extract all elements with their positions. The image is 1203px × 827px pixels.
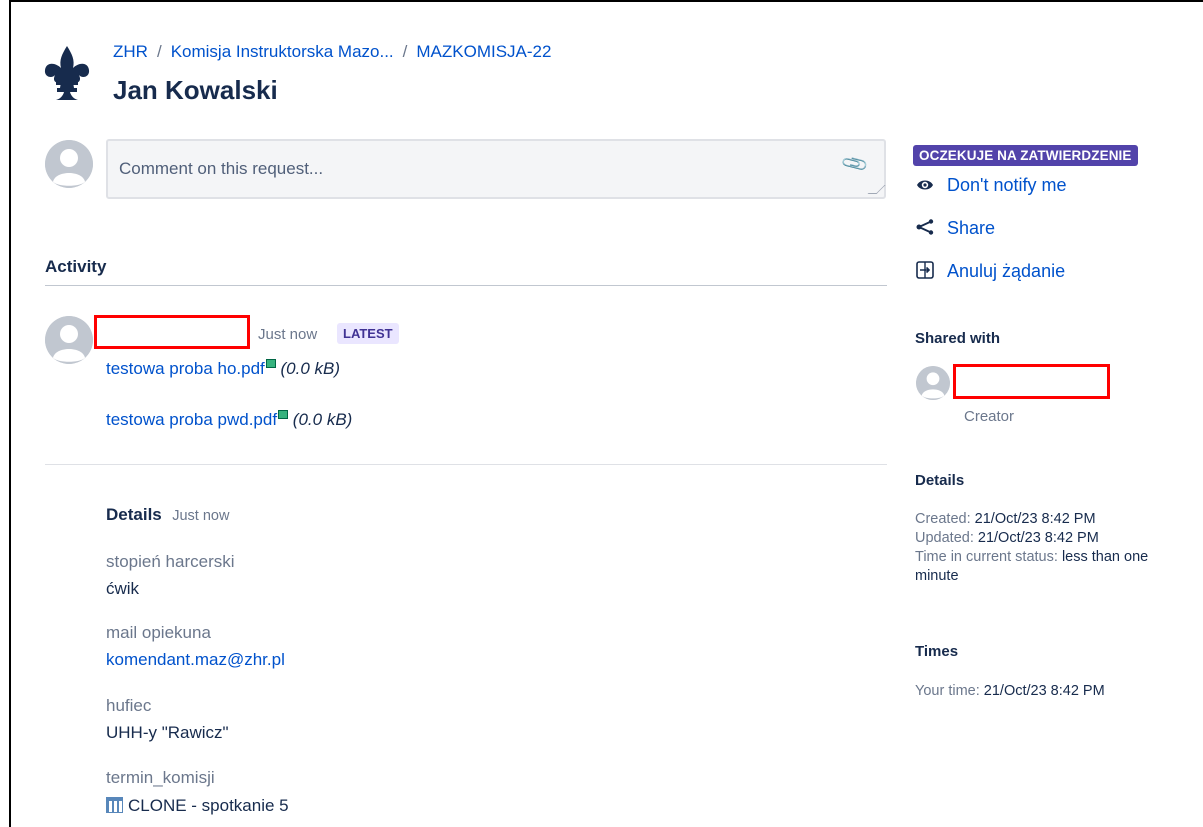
resize-handle[interactable] [867, 185, 886, 194]
creator-role: Creator [964, 408, 1015, 425]
activity-entry-divider [45, 464, 887, 465]
share-icon [915, 218, 935, 239]
cancel-request-label: Anuluj żądanie [947, 261, 1066, 281]
comment-input[interactable]: Comment on this request... 📎 [106, 139, 886, 199]
status-time-label: Time in current status: [915, 549, 1058, 565]
your-time-value: 21/Oct/23 8:42 PM [983, 683, 1105, 699]
field-value: ćwik [106, 579, 140, 598]
details-entry-time: Just now [172, 508, 230, 524]
paperclip-icon[interactable]: 📎 [840, 149, 870, 179]
activity-heading: Activity [45, 257, 107, 276]
calendar-icon [106, 797, 123, 813]
your-time-row: Your time: 21/Oct/23 8:42 PM [915, 682, 1105, 701]
cancel-request-action[interactable]: Anuluj żądanie [915, 261, 1065, 282]
attachment-item: testowa proba ho.pdf (0.0 kB) [106, 359, 340, 379]
updated-value: 21/Oct/23 8:42 PM [977, 530, 1099, 546]
attachment-flag-icon [265, 359, 276, 368]
field-label: mail opiekuna [106, 623, 211, 642]
dont-notify-label: Don't notify me [947, 175, 1067, 195]
attachment-size: (0.0 kB) [280, 359, 341, 378]
redacted-shared-user [953, 364, 1110, 399]
fleur-de-lis-logo [42, 44, 92, 104]
sidebar-details-heading: Details [915, 472, 965, 489]
created-row: Created: 21/Oct/23 8:42 PM [915, 510, 1195, 529]
latest-badge: LATEST [337, 323, 399, 344]
page-title: Jan Kowalski [113, 75, 278, 105]
breadcrumb-item-issue-key[interactable]: MAZKOMISJA-22 [416, 42, 551, 61]
times-heading: Times [915, 643, 959, 660]
activity-timestamp: Just now [258, 326, 318, 343]
updated-label: Updated: [915, 530, 974, 546]
sidebar-details-block: Created: 21/Oct/23 8:42 PM Updated: 21/O… [915, 510, 1195, 586]
status-lozenge[interactable]: OCZEKUJE NA ZATWIERDZENIE [913, 145, 1138, 166]
breadcrumb-item-zhr[interactable]: ZHR [113, 42, 148, 61]
created-value: 21/Oct/23 8:42 PM [974, 511, 1096, 527]
activity-divider [45, 285, 887, 286]
attachment-link[interactable]: testowa proba ho.pdf [106, 359, 265, 378]
your-time-label: Your time: [915, 683, 980, 699]
field-value: CLONE - spotkanie 5 [128, 796, 289, 815]
attachment-flag-icon [278, 410, 289, 419]
field-value: UHH-y "Rawicz" [106, 723, 229, 742]
updated-row: Updated: 21/Oct/23 8:42 PM [915, 529, 1195, 548]
comment-placeholder: Comment on this request... [119, 159, 324, 178]
dont-notify-action[interactable]: Don't notify me [915, 175, 1067, 196]
field-label: hufiec [106, 696, 152, 715]
activity-user-avatar [45, 316, 93, 364]
attachment-size: (0.0 kB) [292, 410, 353, 429]
field-value-container: CLONE - spotkanie 5 [106, 796, 289, 816]
breadcrumb-separator: / [156, 42, 162, 61]
shared-with-heading: Shared with [915, 330, 1001, 347]
redacted-user-name [94, 315, 250, 349]
cancel-request-icon [915, 261, 935, 282]
details-entry-header: Details Just now [106, 505, 229, 525]
attachment-item: testowa proba pwd.pdf (0.0 kB) [106, 410, 352, 430]
eye-icon [915, 175, 935, 196]
email-link[interactable]: komendant.maz@zhr.pl [106, 650, 285, 670]
share-label: Share [947, 218, 996, 238]
field-label: termin_komisji [106, 768, 215, 787]
share-action[interactable]: Share [915, 218, 995, 239]
field-label: stopień harcerski [106, 552, 235, 571]
breadcrumb-separator: / [402, 42, 408, 61]
breadcrumb: ZHR / Komisja Instruktorska Mazo... / MAZKOM… [113, 42, 551, 62]
details-entry-heading: Details [106, 505, 162, 524]
attachment-link[interactable]: testowa proba pwd.pdf [106, 410, 277, 429]
shared-user-avatar [916, 366, 950, 400]
current-user-avatar [45, 140, 93, 188]
created-label: Created: [915, 511, 971, 527]
status-time-row: Time in current status: less than one mi… [915, 548, 1195, 586]
breadcrumb-item-project[interactable]: Komisja Instruktorska Mazo... [171, 42, 394, 61]
